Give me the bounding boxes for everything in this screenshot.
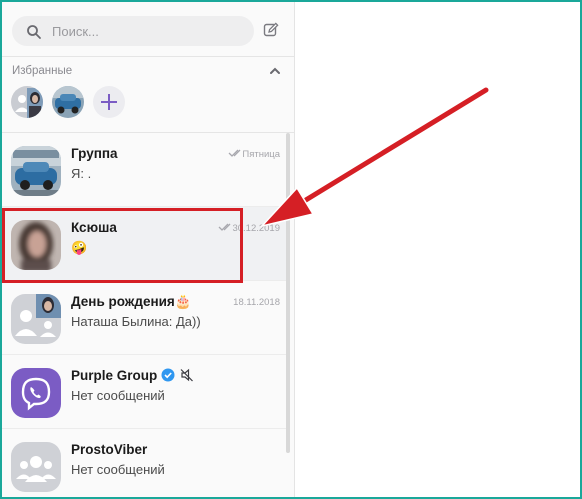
divider: [2, 56, 294, 57]
annotation-highlight-box: [2, 208, 243, 283]
compose-icon[interactable]: [263, 22, 279, 38]
favorites-title: Избранные: [12, 65, 73, 77]
chat-time: 18.11.2018: [233, 297, 280, 308]
viber-logo-avatar: [11, 368, 61, 418]
chat-name: ProstoViber: [71, 442, 148, 457]
verified-badge-icon: [161, 368, 175, 382]
add-favorite-button[interactable]: [93, 86, 125, 118]
chat-name: Группа: [71, 146, 118, 161]
muted-icon: [180, 368, 194, 382]
chat-last-message: Наташа Былина: Да)): [71, 314, 201, 329]
chat-name: День рождения🎂: [71, 294, 192, 309]
chat-item-group[interactable]: Группа Я: . Пятница: [2, 133, 288, 207]
avatar: [11, 146, 61, 196]
favorite-avatar[interactable]: [11, 86, 43, 118]
chat-name: Purple Group: [71, 368, 194, 383]
avatar: [11, 294, 61, 344]
chat-last-message: Я: .: [71, 166, 92, 181]
chat-item-prostoviber[interactable]: ProstoViber Нет сообщений: [2, 429, 288, 497]
chat-list-scrollbar[interactable]: [286, 133, 290, 453]
chat-item-purple-group[interactable]: Purple Group Нет сообщений: [2, 355, 288, 429]
search-icon: [27, 25, 41, 39]
search-bar[interactable]: Поиск...: [12, 16, 254, 46]
chevron-up-icon[interactable]: [268, 64, 282, 78]
chat-time: Пятница: [242, 149, 280, 160]
chat-last-message: Нет сообщений: [71, 388, 165, 403]
chat-last-message: Нет сообщений: [71, 462, 165, 477]
favorite-avatar[interactable]: [52, 86, 84, 118]
conversation-pane: [296, 2, 580, 497]
group-avatar-icon: [11, 442, 61, 492]
search-input[interactable]: Поиск...: [52, 24, 99, 39]
chat-item-birthday[interactable]: День рождения🎂 Наташа Былина: Да)) 18.11…: [2, 281, 288, 355]
